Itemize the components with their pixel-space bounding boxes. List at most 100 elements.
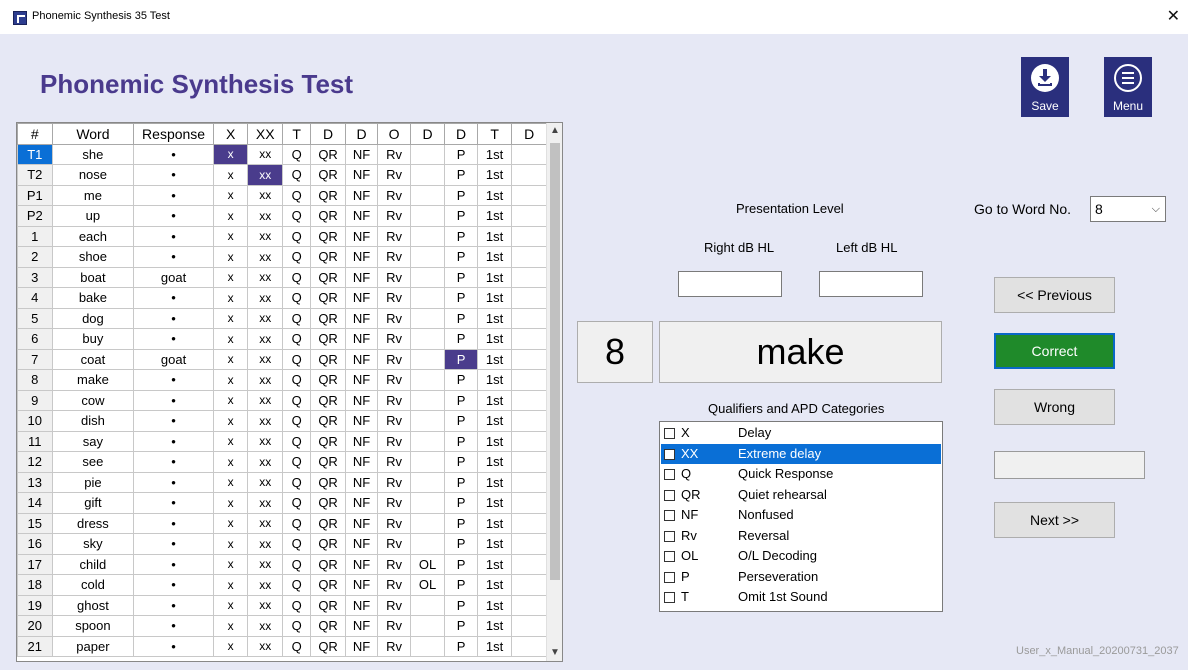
ol-cell[interactable] <box>409 410 446 432</box>
qualifier-cell-rv[interactable]: Rv <box>377 574 411 596</box>
ol-cell[interactable] <box>409 430 446 452</box>
qualifier-cell-q[interactable]: Q <box>281 348 312 370</box>
response-cell[interactable]: • <box>133 184 214 206</box>
checkbox[interactable] <box>664 551 675 562</box>
word-cell[interactable]: dress <box>51 512 135 534</box>
qualifier-cell-nf[interactable]: NF <box>344 430 379 452</box>
table-row[interactable]: 17 child • x xx Q QR NF Rv OL P 1st <box>17 553 547 575</box>
qualifier-cell-xx[interactable]: xx <box>247 287 283 309</box>
qualifier-item[interactable]: T Omit 1st Sound <box>661 587 941 608</box>
scroll-thumb[interactable] <box>550 143 560 580</box>
qualifier-cell-qr[interactable]: QR <box>310 266 346 288</box>
qualifier-cell-nf[interactable]: NF <box>344 594 379 616</box>
qualifier-cell-x[interactable]: x <box>212 635 249 657</box>
table-row[interactable]: 13 pie • x xx Q QR NF Rv P 1st <box>17 471 547 493</box>
row-number-cell[interactable]: 3 <box>17 266 53 288</box>
ol-cell[interactable] <box>409 635 446 657</box>
qualifier-cell-rv[interactable]: Rv <box>377 205 411 227</box>
ol-cell[interactable]: OL <box>409 574 446 596</box>
table-row[interactable]: 12 see • x xx Q QR NF Rv P 1st <box>17 451 547 473</box>
qualifier-cell-x[interactable]: x <box>212 164 249 186</box>
qualifier-cell-xx[interactable]: xx <box>247 266 283 288</box>
empty-cell[interactable] <box>511 328 547 350</box>
qualifier-cell-q[interactable]: Q <box>281 287 312 309</box>
qualifier-cell-q[interactable]: Q <box>281 553 312 575</box>
qualifier-cell-p[interactable]: P <box>444 348 478 370</box>
response-cell[interactable]: goat <box>133 266 214 288</box>
ol-cell[interactable] <box>409 471 446 493</box>
qualifier-cell-x[interactable]: x <box>212 307 249 329</box>
empty-cell[interactable] <box>511 389 547 411</box>
ol-cell[interactable] <box>409 307 446 329</box>
table-row[interactable]: 6 buy • x xx Q QR NF Rv P 1st <box>17 328 547 350</box>
table-row[interactable]: 18 cold • x xx Q QR NF Rv OL P 1st <box>17 574 547 596</box>
qualifier-cell-t[interactable]: 1st <box>476 389 513 411</box>
qualifier-cell-q[interactable]: Q <box>281 615 312 637</box>
table-row[interactable]: P2 up • x xx Q QR NF Rv P 1st <box>17 205 547 227</box>
qualifier-cell-qr[interactable]: QR <box>310 430 346 452</box>
qualifier-cell-xx[interactable]: xx <box>247 594 283 616</box>
checkbox[interactable] <box>664 448 675 460</box>
ol-cell[interactable] <box>409 164 446 186</box>
qualifier-cell-rv[interactable]: Rv <box>377 615 411 637</box>
qualifier-cell-nf[interactable]: NF <box>344 328 379 350</box>
ol-cell[interactable] <box>409 533 446 555</box>
qualifier-cell-t[interactable]: 1st <box>476 553 513 575</box>
word-cell[interactable]: see <box>51 451 135 473</box>
checkbox[interactable] <box>664 530 675 542</box>
qualifier-cell-t[interactable]: 1st <box>476 430 513 452</box>
qualifier-cell-p[interactable]: P <box>444 266 478 288</box>
qualifier-cell-xx[interactable]: xx <box>247 635 283 657</box>
qualifier-cell-p[interactable]: P <box>444 205 478 227</box>
qualifier-cell-rv[interactable]: Rv <box>377 533 411 555</box>
qualifier-cell-xx[interactable]: xx <box>247 553 283 575</box>
qualifier-cell-q[interactable]: Q <box>281 594 312 616</box>
qualifier-cell-xx[interactable]: xx <box>247 389 283 411</box>
row-number-cell[interactable]: T1 <box>17 143 53 165</box>
qualifier-cell-xx[interactable]: xx <box>247 615 283 637</box>
qualifier-cell-p[interactable]: P <box>444 594 478 616</box>
qualifier-cell-nf[interactable]: NF <box>344 615 379 637</box>
qualifier-cell-rv[interactable]: Rv <box>377 164 411 186</box>
left-db-input[interactable] <box>819 271 923 297</box>
wrong-button[interactable]: Wrong <box>994 389 1115 425</box>
empty-cell[interactable] <box>511 246 547 268</box>
response-cell[interactable]: • <box>133 164 214 186</box>
table-row[interactable]: 11 say • x xx Q QR NF Rv P 1st <box>17 430 547 452</box>
qualifier-cell-qr[interactable]: QR <box>310 451 346 473</box>
table-row[interactable]: 20 spoon • x xx Q QR NF Rv P 1st <box>17 615 547 637</box>
qualifier-cell-rv[interactable]: Rv <box>377 430 411 452</box>
word-cell[interactable]: child <box>51 553 135 575</box>
qualifier-cell-qr[interactable]: QR <box>310 615 346 637</box>
qualifier-cell-t[interactable]: 1st <box>476 225 513 247</box>
empty-cell[interactable] <box>511 164 547 186</box>
qualifier-cell-t[interactable]: 1st <box>476 164 513 186</box>
row-number-cell[interactable]: P2 <box>17 205 53 227</box>
word-cell[interactable]: spoon <box>51 615 135 637</box>
qualifier-cell-nf[interactable]: NF <box>344 410 379 432</box>
qualifier-cell-t[interactable]: 1st <box>476 287 513 309</box>
goto-select[interactable]: 8 ⌵ <box>1090 196 1166 222</box>
ol-cell[interactable] <box>409 205 446 227</box>
qualifier-cell-p[interactable]: P <box>444 246 478 268</box>
ol-cell[interactable] <box>409 492 446 514</box>
qualifier-cell-q[interactable]: Q <box>281 471 312 493</box>
table-row[interactable]: 15 dress • x xx Q QR NF Rv P 1st <box>17 512 547 534</box>
grid-scrollbar[interactable]: ▲ ▼ <box>546 123 562 661</box>
empty-cell[interactable] <box>511 615 547 637</box>
qualifier-cell-p[interactable]: P <box>444 533 478 555</box>
qualifier-cell-x[interactable]: x <box>212 369 249 391</box>
save-button[interactable]: Save <box>1021 57 1069 117</box>
word-cell[interactable]: paper <box>51 635 135 657</box>
ol-cell[interactable] <box>409 246 446 268</box>
qualifier-cell-xx[interactable]: xx <box>247 451 283 473</box>
word-cell[interactable]: pie <box>51 471 135 493</box>
qualifier-cell-q[interactable]: Q <box>281 635 312 657</box>
qualifier-cell-nf[interactable]: NF <box>344 389 379 411</box>
qualifier-cell-nf[interactable]: NF <box>344 164 379 186</box>
empty-cell[interactable] <box>511 307 547 329</box>
response-cell[interactable]: • <box>133 574 214 596</box>
qualifier-cell-q[interactable]: Q <box>281 307 312 329</box>
qualifier-cell-qr[interactable]: QR <box>310 205 346 227</box>
word-cell[interactable]: sky <box>51 533 135 555</box>
